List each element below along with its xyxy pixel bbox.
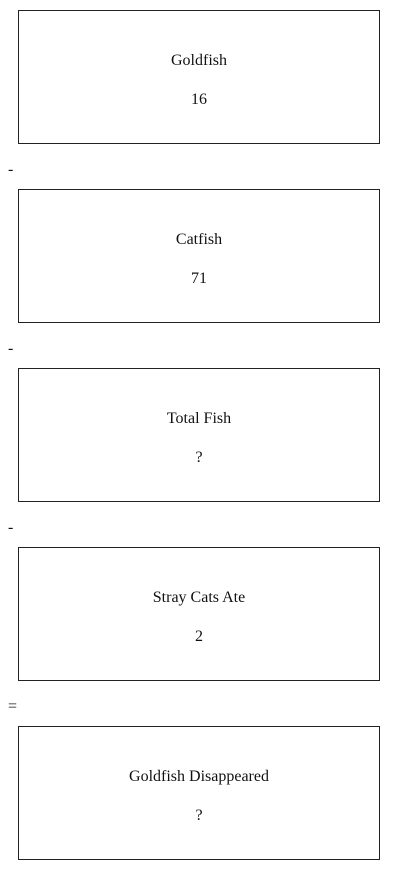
operator-minus-2: - [8, 340, 14, 357]
total-fish-label: Total Fish [166, 410, 232, 427]
goldfish-label: Goldfish [171, 52, 227, 69]
goldfish-disappeared-value: ? [195, 807, 203, 824]
goldfish-box: Goldfish 16 [18, 10, 380, 144]
total-fish-value: ? [195, 449, 203, 466]
stray-cats-ate-label: Stray Cats Ate [152, 589, 246, 606]
goldfish-value: 16 [191, 91, 207, 108]
operator-minus-3: - [8, 519, 14, 536]
goldfish-disappeared-label: Goldfish Disappeared [129, 768, 269, 785]
catfish-box: Catfish 71 [18, 189, 380, 323]
catfish-label: Catfish [175, 231, 223, 248]
catfish-value: 71 [191, 270, 207, 287]
goldfish-disappeared-box: Goldfish Disappeared ? [18, 726, 380, 860]
stray-cats-ate-box: Stray Cats Ate 2 [18, 547, 380, 681]
operator-minus-1: - [8, 161, 14, 178]
total-fish-box: Total Fish ? [18, 368, 380, 502]
operator-equals: = [8, 698, 18, 715]
stray-cats-ate-value: 2 [195, 628, 203, 645]
